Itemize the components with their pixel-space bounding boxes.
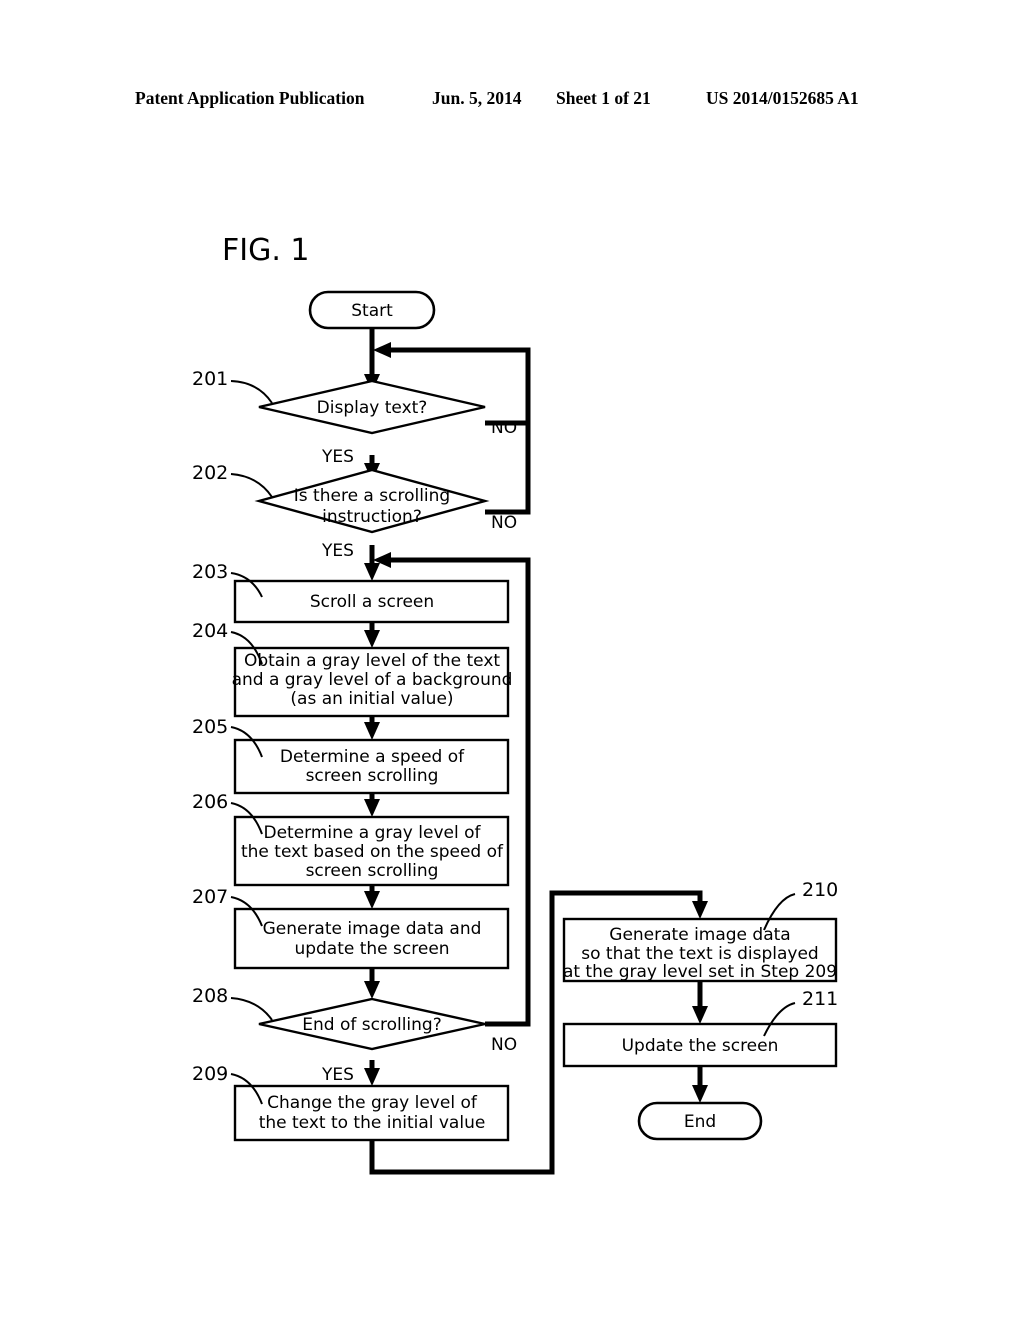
process-209-label-line2: the text to the initial value [259, 1113, 486, 1133]
process-206-label-line1: Determine a gray level of [264, 823, 482, 843]
patent-page: Patent Application Publication Jun. 5, 2… [0, 0, 1024, 1320]
process-206: Determine a gray level of the text based… [233, 815, 510, 887]
process-204-label-line2: and a gray level of a background [232, 670, 513, 690]
ref-203: 203 [192, 561, 228, 583]
process-211: Update the screen [562, 1022, 838, 1068]
flowchart-figure: FIG. 1 Start Display text? 201 NO YES Is… [192, 233, 838, 1175]
arrowhead-211-to-end [692, 1085, 708, 1103]
process-205-label-line1: Determine a speed of [280, 747, 465, 767]
branch-201-no: NO [491, 418, 517, 438]
arrowhead-202-yes [364, 563, 380, 581]
arrowhead-208-yes [364, 1068, 380, 1086]
terminator-start-label: Start [351, 301, 393, 321]
process-205-label-line2: screen scrolling [306, 766, 439, 786]
decision-208-label: End of scrolling? [302, 1015, 441, 1035]
decision-201: Display text? [258, 379, 486, 435]
decision-202: Is there a scrolling instruction? [254, 468, 490, 534]
ref-207: 207 [192, 886, 228, 908]
process-211-label: Update the screen [622, 1036, 779, 1056]
process-207-label-line1: Generate image data and [263, 919, 482, 939]
process-210-label-line2: so that the text is displayed [581, 944, 818, 964]
process-209: Change the gray level of the text to the… [233, 1084, 510, 1142]
ref-205: 205 [192, 716, 228, 738]
process-204: Obtain a gray level of the text and a gr… [232, 646, 513, 718]
decision-208: End of scrolling? [258, 997, 486, 1051]
process-206-label-line3: screen scrolling [306, 861, 439, 881]
branch-202-yes: YES [321, 541, 354, 561]
ref-209: 209 [192, 1063, 228, 1085]
branch-201-yes: YES [321, 447, 354, 467]
process-205: Determine a speed of screen scrolling [233, 738, 510, 795]
process-210-label-line3: at the gray level set in Step 209 [563, 962, 837, 982]
process-207-label-line2: update the screen [294, 939, 449, 959]
arrowhead-205-to-206 [364, 799, 380, 817]
leader-201 [230, 380, 273, 404]
process-203-label: Scroll a screen [310, 592, 434, 612]
ref-208: 208 [192, 985, 228, 1007]
terminator-end: End [637, 1101, 763, 1141]
process-204-label-line3: (as an initial value) [290, 689, 453, 709]
ref-211: 211 [802, 988, 838, 1010]
branch-208-yes: YES [321, 1065, 354, 1085]
ref-202: 202 [192, 462, 228, 484]
process-209-label-line1: Change the gray level of [267, 1093, 478, 1113]
branch-208-no: NO [491, 1035, 517, 1055]
arrowhead-206-to-207 [364, 891, 380, 909]
terminator-start: Start [308, 290, 436, 330]
branch-202-no: NO [491, 513, 517, 533]
arrowhead-204-to-205 [364, 722, 380, 740]
process-207: Generate image data and update the scree… [233, 907, 510, 970]
process-210: Generate image data so that the text is … [562, 917, 838, 983]
leader-202 [230, 473, 273, 498]
process-210-label-line1: Generate image data [609, 925, 790, 945]
arrowhead-201-no-loopback [373, 342, 391, 358]
ref-204: 204 [192, 620, 228, 642]
decision-201-label: Display text? [317, 398, 428, 418]
ref-201: 201 [192, 368, 228, 390]
arrowhead-203-to-204 [364, 630, 380, 648]
terminator-end-label: End [684, 1112, 716, 1132]
ref-206: 206 [192, 791, 228, 813]
process-206-label-line2: the text based on the speed of [241, 842, 504, 862]
connector-202-no-loopback [485, 425, 531, 515]
arrowhead-207-to-208 [364, 981, 380, 999]
ref-210: 210 [802, 879, 838, 901]
arrowhead-210-to-211 [692, 1006, 708, 1024]
process-203: Scroll a screen [233, 579, 510, 624]
decision-202-label-line1: Is there a scrolling [294, 486, 450, 506]
process-204-label-line1: Obtain a gray level of the text [244, 651, 500, 671]
arrowhead-209-to-210 [692, 901, 708, 919]
decision-202-label-line2: instruction? [322, 507, 422, 527]
figure-title: FIG. 1 [222, 233, 310, 268]
leader-208 [230, 997, 273, 1021]
